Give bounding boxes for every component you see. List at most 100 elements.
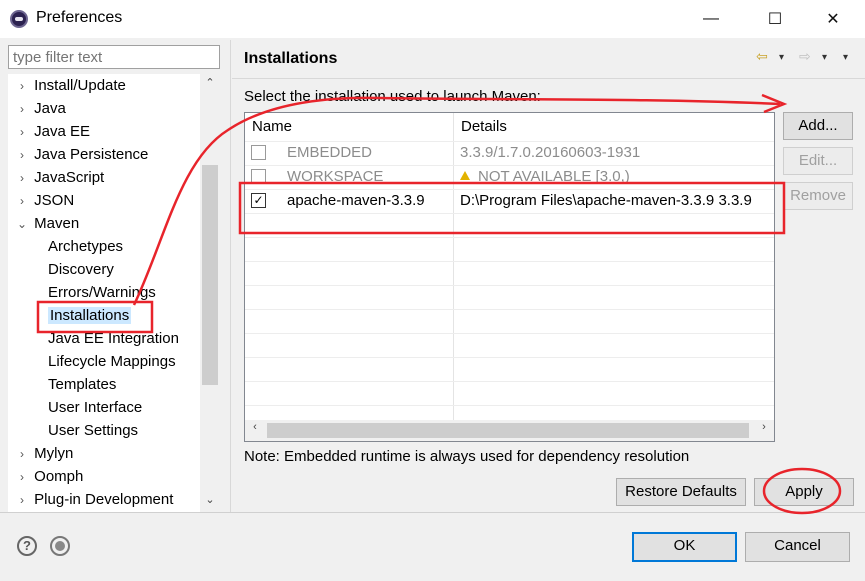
remove-button[interactable]: Remove: [783, 182, 853, 210]
view-menu-icon[interactable]: ▾: [843, 52, 848, 63]
tree-item-label: Archetypes: [48, 238, 124, 255]
expand-right-icon[interactable]: ›: [14, 190, 30, 213]
tree-item-label: Errors/Warnings: [48, 284, 156, 301]
row-checkbox[interactable]: [251, 169, 266, 184]
cancel-button[interactable]: Cancel: [745, 532, 850, 562]
back-dropdown-icon[interactable]: ▾: [779, 52, 784, 63]
close-button[interactable]: ✕: [810, 0, 856, 38]
expand-right-icon[interactable]: ›: [14, 75, 30, 98]
tree-item-label: Oomph: [34, 468, 84, 485]
tree-item-archetypes[interactable]: Archetypes: [48, 235, 123, 258]
expand-right-icon[interactable]: ›: [14, 144, 30, 167]
table-row[interactable]: WORKSPACE NOT AVAILABLE [3.0,): [245, 165, 774, 189]
add-button[interactable]: Add...: [783, 112, 853, 140]
tree-item-label: Installations: [48, 307, 132, 324]
tree-item-json[interactable]: › JSON: [14, 189, 74, 212]
table-row[interactable]: ✓ apache-maven-3.3.9 D:\Program Files\apac…: [245, 189, 774, 213]
expand-right-icon[interactable]: ›: [14, 466, 30, 489]
tree-item-label: Lifecycle Mappings: [48, 353, 176, 370]
expand-right-icon[interactable]: ›: [14, 443, 30, 466]
tree-item-label: Discovery: [48, 261, 114, 278]
ok-button[interactable]: OK: [632, 532, 737, 562]
table-hscroll-thumb[interactable]: [267, 423, 749, 438]
row-gridline: [245, 333, 774, 334]
column-header-details[interactable]: Details: [454, 113, 774, 141]
warning-icon: [460, 171, 470, 180]
tree-scroll-up-icon[interactable]: ⌃: [200, 76, 220, 89]
embedded-runtime-note: Note: Embedded runtime is always used fo…: [244, 448, 690, 465]
tree-scroll-thumb[interactable]: [202, 165, 218, 385]
installations-table: Name Details EMBEDDED 3.3.9/1.7.0.2016060…: [244, 112, 775, 442]
table-row[interactable]: EMBEDDED 3.3.9/1.7.0.20160603-1931: [245, 141, 774, 165]
eclipse-app-icon: [10, 10, 28, 28]
tree-item-mylyn[interactable]: › Mylyn: [14, 442, 73, 465]
tree-item-maven[interactable]: ⌄ Maven: [14, 212, 79, 235]
tree-item-java-ee-integration[interactable]: Java EE Integration: [48, 327, 179, 350]
edit-button[interactable]: Edit...: [783, 147, 853, 175]
record-icon[interactable]: [50, 536, 70, 556]
installation-details: 3.3.9/1.7.0.20160603-1931: [460, 141, 640, 165]
annotation-arrowhead: [761, 93, 788, 114]
tree-item-java[interactable]: › Java: [14, 97, 66, 120]
expand-down-icon[interactable]: ⌄: [14, 213, 30, 236]
tree-item-discovery[interactable]: Discovery: [48, 258, 114, 281]
tree-item-installations[interactable]: Installations: [48, 304, 132, 327]
tree-item-label: Java Persistence: [34, 146, 149, 163]
tree-item-plug-in-development[interactable]: › Plug-in Development: [14, 488, 173, 511]
table-scroll-right-icon[interactable]: ›: [754, 421, 774, 433]
tree-item-user-settings[interactable]: User Settings: [48, 419, 138, 442]
expand-right-icon[interactable]: ›: [14, 167, 30, 190]
filter-input[interactable]: [8, 45, 220, 69]
tree-item-java-ee[interactable]: › Java EE: [14, 120, 90, 143]
row-gridline: [245, 309, 774, 310]
table-scroll-left-icon[interactable]: ‹: [245, 421, 265, 433]
apply-button[interactable]: Apply: [754, 478, 854, 506]
column-header-name[interactable]: Name: [245, 113, 453, 141]
footer-separator: [0, 512, 865, 513]
row-gridline: [245, 357, 774, 358]
row-gridline: [245, 381, 774, 382]
tree-item-user-interface[interactable]: User Interface: [48, 396, 142, 419]
table-hscrollbar[interactable]: ‹ ›: [245, 420, 774, 441]
forward-arrow-icon[interactable]: ⇨: [799, 48, 811, 65]
row-gridline: [245, 261, 774, 262]
installation-name: EMBEDDED: [287, 144, 373, 161]
row-gridline: [245, 285, 774, 286]
row-gridline: [245, 405, 774, 406]
expand-right-icon[interactable]: ›: [14, 489, 30, 512]
tree-item-label: Java: [34, 100, 66, 117]
installation-name: WORKSPACE: [287, 168, 384, 185]
tree-item-label: Install/Update: [34, 77, 126, 94]
tree-item-install-update[interactable]: › Install/Update: [14, 74, 126, 97]
tree-item-label: Java EE Integration: [48, 330, 179, 347]
expand-right-icon[interactable]: ›: [14, 98, 30, 121]
row-checkbox[interactable]: ✓: [251, 193, 266, 208]
preference-tree: › Install/Update › Java › Java EE › Java Pe…: [8, 74, 220, 512]
maximize-button[interactable]: ☐: [752, 0, 798, 38]
forward-dropdown-icon[interactable]: ▾: [822, 52, 827, 63]
tree-item-oomph[interactable]: › Oomph: [14, 465, 83, 488]
installations-description: Select the installation used to launch M…: [244, 88, 541, 105]
title-bar: [0, 0, 865, 38]
tree-scroll-down-icon[interactable]: ⌄: [200, 493, 220, 506]
pane-divider[interactable]: [230, 40, 231, 512]
tree-item-javascript[interactable]: › JavaScript: [14, 166, 104, 189]
help-icon[interactable]: ?: [17, 536, 37, 556]
tree-item-java-persistence[interactable]: › Java Persistence: [14, 143, 148, 166]
installation-details-text: NOT AVAILABLE [3.0,): [478, 168, 630, 185]
row-checkbox[interactable]: [251, 145, 266, 160]
tree-item-errors-warnings[interactable]: Errors/Warnings: [48, 281, 156, 304]
expand-right-icon[interactable]: ›: [14, 121, 30, 144]
tree-item-label: Templates: [48, 376, 117, 393]
tree-item-templates[interactable]: Templates: [48, 373, 116, 396]
row-gridline: [245, 165, 774, 166]
tree-item-label: Plug-in Development: [34, 491, 174, 508]
tree-item-lifecycle-mappings[interactable]: Lifecycle Mappings: [48, 350, 176, 373]
back-arrow-icon[interactable]: ⇦: [756, 48, 768, 65]
page-title: Installations: [244, 50, 338, 67]
installation-details: D:\Program Files\apache-maven-3.3.9 3.3.…: [460, 189, 752, 213]
window-title: Preferences: [36, 9, 123, 26]
minimize-button[interactable]: —: [688, 0, 734, 38]
tree-item-label: User Settings: [48, 422, 139, 439]
restore-defaults-button[interactable]: Restore Defaults: [616, 478, 746, 506]
